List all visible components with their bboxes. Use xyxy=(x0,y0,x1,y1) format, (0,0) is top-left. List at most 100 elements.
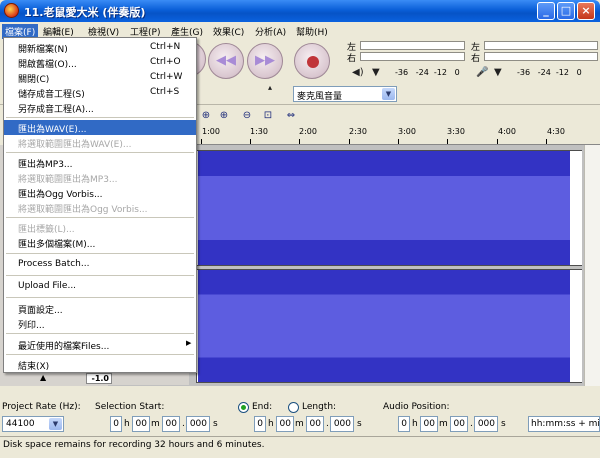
menu-separator xyxy=(6,275,194,276)
menu-item-label: 將選取範圍匯出為Ogg Vorbis... xyxy=(18,205,148,215)
input-source-select[interactable]: 麥克風音量 ▼ xyxy=(293,86,397,102)
seconds-unit: s xyxy=(357,419,362,429)
menu-item-export-selection-ogg: 將選取範圍匯出為Ogg Vorbis... xyxy=(4,200,196,215)
menu-separator xyxy=(6,333,194,334)
minimize-button[interactable]: _ xyxy=(537,2,555,20)
audio-position-label: Audio Position: xyxy=(383,402,450,412)
menu-analyze[interactable]: 分析(A) xyxy=(252,24,289,39)
ruler-tick xyxy=(250,139,251,144)
menu-item-export-mp3[interactable]: 匯出為MP3... xyxy=(4,155,196,170)
selection-start-label: Selection Start: xyxy=(95,402,165,412)
ruler-label: 3:00 xyxy=(398,127,416,136)
menu-item-export-selection-mp3: 將選取範圍匯出為MP3... xyxy=(4,170,196,185)
menu-item-label: 列印... xyxy=(18,321,45,331)
menu-item-close[interactable]: 關閉(C) Ctrl+W xyxy=(4,70,196,85)
fit-selection-icon[interactable]: ⊡ xyxy=(260,108,276,124)
scale-label: 0 xyxy=(576,68,582,77)
rec-meter-menu-arrow-icon[interactable]: ▼ xyxy=(494,67,502,78)
end-minutes[interactable]: 00 xyxy=(276,416,294,432)
scale-label: -12 xyxy=(433,68,447,77)
menu-item-label: Upload File... xyxy=(18,281,77,291)
menu-item-label: 另存成音工程(A)... xyxy=(18,105,94,115)
project-rate-select[interactable]: 44100 ▼ xyxy=(2,416,64,432)
position-minutes[interactable]: 00 xyxy=(420,416,438,432)
hours-unit: h xyxy=(268,419,274,429)
close-button[interactable]: × xyxy=(577,2,595,20)
minutes-unit: m xyxy=(295,419,304,429)
collapse-track-icon[interactable]: ▲ xyxy=(40,373,46,382)
microphone-icon[interactable]: 🎤 xyxy=(476,67,488,78)
vertical-scrollbar[interactable] xyxy=(584,145,600,386)
title-bar: 11.老鼠愛大米 (伴奏版) _ □ × xyxy=(0,0,600,22)
dropdown-arrow-icon: ▼ xyxy=(49,418,62,430)
position-hours[interactable]: 0 xyxy=(398,416,410,432)
time-format-select[interactable]: hh:mm:ss + mi xyxy=(528,416,600,432)
mixer-slider-thumb[interactable]: ▴ xyxy=(268,83,272,92)
playback-meter-right xyxy=(360,52,465,61)
menu-item-label: 匯出多個檔案(M)... xyxy=(18,240,96,250)
menu-item-label: 最近使用的檔案Files... xyxy=(18,342,110,352)
end-label: End: xyxy=(252,402,273,412)
record-button[interactable] xyxy=(294,43,330,79)
menu-item-upload-file[interactable]: Upload File... xyxy=(4,279,196,294)
menu-item-save-project-as[interactable]: 另存成音工程(A)... xyxy=(4,100,196,115)
end-seconds[interactable]: 00 xyxy=(306,416,324,432)
start-minutes[interactable]: 00 xyxy=(132,416,150,432)
ruler-label: 2:30 xyxy=(349,127,367,136)
menu-item-open[interactable]: 開啟舊檔(O)... Ctrl+O xyxy=(4,55,196,70)
menu-item-page-setup[interactable]: 頁面設定... xyxy=(4,301,196,316)
speaker-icon[interactable]: ◀) xyxy=(352,67,364,78)
menu-item-recent-files[interactable]: 最近使用的檔案Files... ▶ xyxy=(4,337,196,352)
timeline-ruler[interactable]: 1:00 1:30 2:00 2:30 3:00 3:30 4:00 4:30 xyxy=(196,124,600,145)
waveform-right-channel[interactable] xyxy=(196,269,582,383)
ruler-label: 4:00 xyxy=(498,127,516,136)
menu-item-export-wav[interactable]: 匯出為WAV(E)... xyxy=(4,120,196,135)
waveform-left-fill xyxy=(198,151,570,265)
waveform-left-channel[interactable] xyxy=(196,150,582,266)
zoom-out-icon[interactable]: ⊖ xyxy=(239,108,255,124)
selection-bar: Project Rate (Hz): Selection Start: End:… xyxy=(0,398,600,436)
skip-end-icon: ▶▶ xyxy=(255,53,275,68)
project-rate-label: Project Rate (Hz): xyxy=(2,402,81,412)
record-meter-left xyxy=(484,41,598,50)
zoom-tool-icon[interactable]: ⊕ xyxy=(198,108,214,124)
menu-item-new[interactable]: 開新檔案(N) Ctrl+N xyxy=(4,40,196,55)
menu-item-save-project[interactable]: 儲存成音工程(S) Ctrl+S xyxy=(4,85,196,100)
end-milliseconds[interactable]: 000 xyxy=(330,416,354,432)
ruler-tick xyxy=(398,139,399,144)
menu-item-label: 將選取範圍匯出為WAV(E)... xyxy=(18,140,132,150)
menu-item-label: 匯出為Ogg Vorbis... xyxy=(18,190,103,200)
shortcut: Ctrl+O xyxy=(150,57,181,67)
scale-label: -24 xyxy=(537,68,551,77)
zoom-in-icon[interactable]: ⊕ xyxy=(216,108,232,124)
start-milliseconds[interactable]: 000 xyxy=(186,416,210,432)
ruler-tick xyxy=(201,139,202,144)
skip-end-button[interactable]: ▶▶ xyxy=(247,43,283,79)
menu-item-print[interactable]: 列印... xyxy=(4,316,196,331)
position-seconds[interactable]: 00 xyxy=(450,416,468,432)
menu-item-export-multiple[interactable]: 匯出多個檔案(M)... xyxy=(4,235,196,250)
length-radio[interactable] xyxy=(288,402,299,413)
menu-item-label: 匯出標籤(L)... xyxy=(18,225,75,235)
waveform-right-fill xyxy=(198,270,570,382)
menu-item-export-ogg[interactable]: 匯出為Ogg Vorbis... xyxy=(4,185,196,200)
menu-item-process-batch[interactable]: Process Batch... xyxy=(4,257,196,272)
menu-help[interactable]: 幫助(H) xyxy=(293,24,331,39)
menu-separator xyxy=(6,217,194,218)
fit-project-icon[interactable]: ⇔ xyxy=(283,108,299,124)
menu-effect[interactable]: 效果(C) xyxy=(210,24,247,39)
end-radio[interactable] xyxy=(238,402,249,413)
menu-item-label: 開啟舊檔(O)... xyxy=(18,60,77,70)
track-bottom-controls: ▲ -1.0 xyxy=(4,373,189,385)
start-hours[interactable]: 0 xyxy=(110,416,122,432)
maximize-button[interactable]: □ xyxy=(557,2,575,20)
scale-label: 0 xyxy=(454,68,460,77)
skip-start-button[interactable]: ◀◀ xyxy=(208,43,244,79)
end-hours[interactable]: 0 xyxy=(254,416,266,432)
audacity-app-icon[interactable] xyxy=(4,3,19,18)
ruler-tick xyxy=(546,139,547,144)
start-seconds[interactable]: 00 xyxy=(162,416,180,432)
meter-menu-arrow-icon[interactable]: ▼ xyxy=(372,67,380,78)
position-milliseconds[interactable]: 000 xyxy=(474,416,498,432)
menu-item-exit[interactable]: 結束(X) xyxy=(4,357,196,372)
